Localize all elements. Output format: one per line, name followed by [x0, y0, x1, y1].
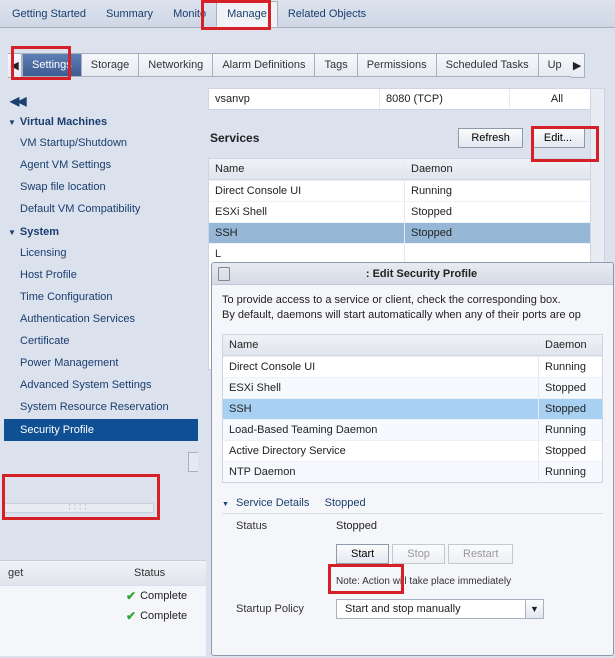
task-row[interactable]: ✔Complete	[0, 606, 206, 626]
sidebar-item-licensing[interactable]: Licensing	[4, 242, 198, 264]
sidebar-item-security-profile[interactable]: Security Profile	[4, 419, 198, 441]
startup-label: Startup Policy	[222, 593, 332, 625]
sidebar-split-handle[interactable]: ::::	[4, 503, 154, 513]
tab-monitor[interactable]: Monito	[163, 2, 216, 26]
check-icon: ✔	[126, 589, 136, 603]
sub-tab-strip: ◀ Settings Storage Networking Alarm Defi…	[0, 52, 593, 78]
sidebar-scroll-grip[interactable]	[188, 452, 198, 472]
dialog-title: : Edit Security Profile	[236, 268, 607, 280]
dlg-service-row[interactable]: ESXi ShellStopped	[223, 377, 602, 398]
firewall-row[interactable]: vsanvp 8080 (TCP) All	[208, 88, 605, 110]
edit-button[interactable]: Edit...	[531, 128, 585, 148]
refresh-button[interactable]: Refresh	[458, 128, 523, 148]
subtab-permissions[interactable]: Permissions	[358, 53, 437, 77]
sidebar-item-vm-startup[interactable]: VM Startup/Shutdown	[4, 132, 198, 154]
sidebar-item-sys-resource[interactable]: System Resource Reservation	[4, 396, 198, 419]
services-title: Services	[210, 131, 458, 145]
subtab-next[interactable]: ▶	[571, 53, 585, 78]
main-tab-strip: Getting Started Summary Monito Manage Re…	[0, 0, 615, 28]
check-icon: ✔	[126, 609, 136, 623]
subtab-prev[interactable]: ◀	[8, 53, 22, 78]
dialog-title-bar[interactable]: : Edit Security Profile	[212, 263, 613, 285]
firewall-name-cell: vsanvp	[209, 89, 379, 109]
sidebar-item-default-vm-compat[interactable]: Default VM Compatibility	[4, 198, 198, 220]
task-row[interactable]: ✔Complete	[0, 586, 206, 606]
dialog-service-list: Name Daemon Direct Console UIRunning ESX…	[222, 334, 603, 483]
dlg-service-row-selected[interactable]: SSHStopped	[223, 398, 602, 419]
tasks-panel: get Status ✔Complete ✔Complete	[0, 560, 206, 656]
detail-heading[interactable]: Service Details	[236, 497, 309, 509]
dialog-hint: To provide access to a service or client…	[222, 293, 603, 324]
chevron-down-icon[interactable]: ▼	[525, 600, 543, 618]
dlg-service-row[interactable]: Active Directory ServiceStopped	[223, 440, 602, 461]
sidebar-item-auth-services[interactable]: Authentication Services	[4, 308, 198, 330]
dlg-col-name: Name	[223, 335, 538, 355]
dlg-service-row[interactable]: Load-Based Teaming DaemonRunning	[223, 419, 602, 440]
status-label: Status	[222, 514, 332, 538]
sidebar-item-adv-system[interactable]: Advanced System Settings	[4, 374, 198, 396]
subtab-settings[interactable]: Settings	[22, 53, 82, 77]
sidebar-collapse-icon[interactable]: ◀◀	[4, 92, 198, 110]
col-name-header: Name	[209, 159, 404, 179]
tab-getting-started[interactable]: Getting Started	[2, 2, 96, 26]
dlg-service-row[interactable]: Direct Console UIRunning	[223, 356, 602, 377]
sidebar-cat-virtual-machines[interactable]: Virtual Machines	[4, 110, 198, 132]
settings-sidebar: ◀◀ Virtual Machines VM Startup/Shutdown …	[4, 92, 198, 558]
firewall-port-cell: 8080 (TCP)	[379, 89, 509, 109]
tab-summary[interactable]: Summary	[96, 2, 163, 26]
stop-button[interactable]: Stop	[392, 544, 445, 564]
device-icon	[218, 267, 230, 281]
sidebar-item-certificate[interactable]: Certificate	[4, 330, 198, 352]
service-row-selected[interactable]: SSHStopped	[209, 222, 604, 243]
subtab-alarm-definitions[interactable]: Alarm Definitions	[213, 53, 315, 77]
subtab-storage[interactable]: Storage	[82, 53, 140, 77]
tab-related-objects[interactable]: Related Objects	[278, 2, 376, 26]
start-button[interactable]: Start	[336, 544, 389, 564]
dlg-col-daemon: Daemon	[538, 335, 602, 355]
dlg-service-row[interactable]: NTP DaemonRunning	[223, 461, 602, 482]
tab-manage[interactable]: Manage	[216, 1, 278, 27]
restart-button[interactable]: Restart	[448, 544, 513, 564]
service-row[interactable]: L	[209, 243, 604, 264]
subtab-scheduled-tasks[interactable]: Scheduled Tasks	[437, 53, 539, 77]
task-col-target: get	[0, 561, 126, 585]
col-daemon-header: Daemon	[404, 159, 604, 179]
service-details: Service Details Stopped Status Stopped S…	[222, 493, 603, 625]
edit-security-profile-dialog: : Edit Security Profile To provide acces…	[211, 262, 614, 656]
subtab-tags[interactable]: Tags	[315, 53, 357, 77]
subtab-up[interactable]: Up	[539, 53, 571, 77]
sidebar-item-time-config[interactable]: Time Configuration	[4, 286, 198, 308]
sidebar-item-power-mgmt[interactable]: Power Management	[4, 352, 198, 374]
status-value: Stopped	[332, 514, 603, 538]
sidebar-item-agent-vm[interactable]: Agent VM Settings	[4, 154, 198, 176]
services-header: Services Refresh Edit...	[208, 128, 605, 148]
detail-heading-value: Stopped	[325, 497, 366, 509]
action-note: Note: Action will take place immediately	[332, 570, 603, 593]
subtab-networking[interactable]: Networking	[139, 53, 213, 77]
startup-policy-select[interactable]: Start and stop manually ▼	[336, 599, 544, 619]
service-row[interactable]: Direct Console UIRunning	[209, 180, 604, 201]
service-row[interactable]: ESXi ShellStopped	[209, 201, 604, 222]
sidebar-item-host-profile[interactable]: Host Profile	[4, 264, 198, 286]
sidebar-item-swap-file[interactable]: Swap file location	[4, 176, 198, 198]
sidebar-cat-system[interactable]: System	[4, 220, 198, 242]
task-col-status: Status	[126, 561, 173, 585]
